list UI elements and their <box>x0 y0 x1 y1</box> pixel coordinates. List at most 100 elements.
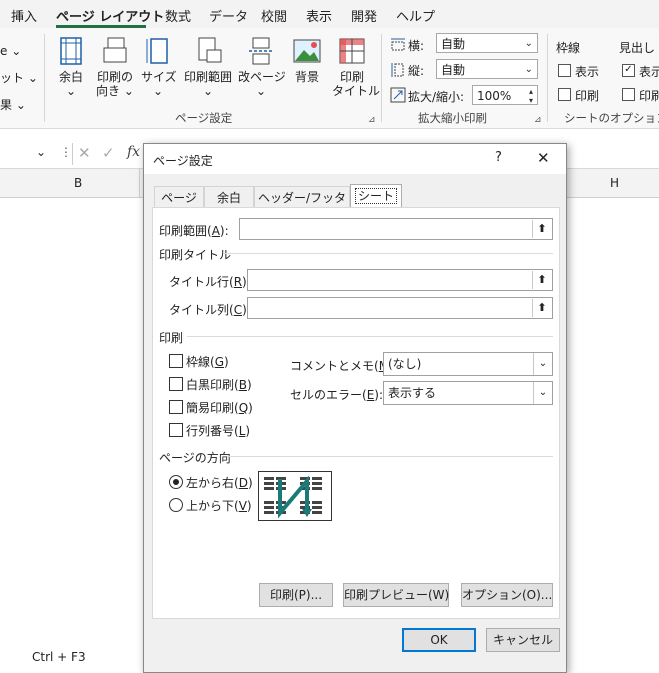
comments-value: (なし) <box>388 357 422 371</box>
cell-errors-select[interactable]: 表示する ⌄ <box>383 381 553 405</box>
orientation-button[interactable]: 印刷の 向き ⌄ <box>95 36 135 98</box>
rows-repeat-input[interactable]: ⬆ <box>247 269 553 291</box>
width-select[interactable]: 自動 ⌄ <box>436 33 538 53</box>
ribbon-separator <box>381 34 382 122</box>
headings-view-label: 表示 <box>639 65 659 79</box>
name-box-chevron-icon[interactable]: ⌄ <box>36 145 46 159</box>
chevron-down-icon: ⌄ <box>533 382 552 404</box>
close-button[interactable]: ✕ <box>537 149 550 167</box>
orientation-label-2: 向き <box>96 84 121 98</box>
column-header-b[interactable]: B <box>74 176 82 190</box>
ok-button[interactable]: OK <box>402 628 476 652</box>
gridlines-view-checkbox[interactable] <box>558 64 571 77</box>
cell-errors-key: E <box>366 388 375 402</box>
draft-quality-checkbox[interactable] <box>169 400 183 414</box>
column-header-h[interactable]: H <box>610 176 619 190</box>
page-size-icon <box>146 38 168 64</box>
gridlines-print-label: 印刷 <box>575 89 600 103</box>
draft-quality-key: Q <box>238 401 249 415</box>
black-white-key: B <box>238 378 247 392</box>
black-white-checkbox[interactable] <box>169 377 183 391</box>
print-button[interactable]: 印刷(P)... <box>259 583 333 607</box>
dialog-launcher-icon[interactable]: ⊿ <box>368 115 376 125</box>
print-titles-label-2: タイトル <box>332 84 381 98</box>
tab-page-layout[interactable]: ページ レイアウト <box>56 6 164 25</box>
help-button[interactable]: ? <box>495 150 502 165</box>
margins-icon <box>60 37 82 65</box>
tab-help[interactable]: ヘルプ <box>396 6 435 25</box>
more-icon[interactable]: ⋮ <box>60 145 72 159</box>
tab-data[interactable]: データ <box>209 6 248 25</box>
theme-fonts-button[interactable]: ット ⌄ <box>0 65 38 92</box>
over-then-down-label: 上から下(V) <box>186 499 252 513</box>
dialog-title: ページ設定 <box>153 154 213 168</box>
rows-repeat-text: タイトル行 <box>169 275 230 289</box>
height-label: 縦: <box>408 64 425 78</box>
cancel-icon[interactable]: ✕ <box>78 144 91 162</box>
width-label: 横: <box>408 39 425 53</box>
margins-button[interactable]: 余白 ⌄ <box>54 36 88 98</box>
headings-print-checkbox[interactable] <box>622 88 635 101</box>
divider <box>223 253 553 254</box>
theme-effects-button[interactable]: 果 ⌄ <box>0 92 38 119</box>
spinner-arrows-icon[interactable]: ▴ ▾ <box>529 87 533 105</box>
tab-formulas[interactable]: 数式 <box>165 6 191 25</box>
over-then-down-radio[interactable] <box>169 498 183 512</box>
scale-spinner[interactable]: 100% ▴ ▾ <box>472 85 538 105</box>
tab-page[interactable]: ページ <box>154 186 204 208</box>
tab-sheet-label: シート <box>354 188 397 204</box>
print-titles-button[interactable]: 印刷 タイトル <box>332 36 380 98</box>
page-order-preview-icon <box>258 471 332 521</box>
headings-view-checkbox[interactable]: ✓ <box>622 64 635 77</box>
insert-function-icon[interactable]: fx <box>127 144 140 160</box>
options-button[interactable]: オプション(O)... <box>461 583 553 607</box>
chevron-down-icon: ⌄ <box>524 38 533 49</box>
breaks-button[interactable]: 改ページ ⌄ <box>238 36 286 98</box>
print-section-heading: 印刷 <box>159 331 184 345</box>
orientation-label-1: 印刷の <box>96 70 133 84</box>
print-titles-icon <box>339 38 365 64</box>
print-area-label: 印刷範囲 <box>183 70 232 84</box>
row-col-headings-checkbox[interactable] <box>169 423 183 437</box>
over-then-down-text: 上から下 <box>186 499 235 513</box>
print-area-text: 印刷範囲 <box>159 224 208 238</box>
tab-review[interactable]: 校閲 <box>261 6 287 25</box>
cols-repeat-input[interactable]: ⬆ <box>247 297 553 319</box>
tab-header-footer[interactable]: ヘッダー/フッター <box>254 186 350 227</box>
gridlines-print-checkbox[interactable] <box>558 88 571 101</box>
background-button[interactable]: 背景 <box>290 36 324 84</box>
page-break-icon <box>249 37 273 65</box>
draft-quality-label: 簡易印刷(Q) <box>186 401 253 415</box>
tab-margins[interactable]: 余白 <box>204 186 254 208</box>
collapse-dialog-icon[interactable]: ⬆ <box>532 299 551 317</box>
divider <box>72 143 73 165</box>
comments-text: コメントとメモ <box>290 359 375 373</box>
print-preview-button[interactable]: 印刷プレビュー(W) <box>343 583 449 607</box>
cell-errors-text: セルのエラー <box>290 388 363 402</box>
size-button[interactable]: サイズ ⌄ <box>141 36 177 98</box>
enter-icon[interactable]: ✓ <box>102 144 115 162</box>
collapse-dialog-icon[interactable]: ⬆ <box>532 220 551 238</box>
tab-sheet[interactable]: シート <box>350 184 402 208</box>
group-scale-label: 拡大縮小印刷 <box>418 111 487 125</box>
height-select[interactable]: 自動 ⌄ <box>436 59 538 79</box>
group-page-setup-label: ページ設定 <box>175 111 233 125</box>
collapse-dialog-icon[interactable]: ⬆ <box>532 271 551 289</box>
down-then-over-radio[interactable] <box>169 475 183 489</box>
rows-repeat-label: タイトル行(R): <box>169 275 251 289</box>
theme-colors-button[interactable]: e ⌄ <box>0 38 38 65</box>
comments-select[interactable]: (なし) ⌄ <box>383 352 553 376</box>
height-icon <box>391 63 404 77</box>
tab-view[interactable]: 表示 <box>306 6 332 25</box>
print-titles-heading: 印刷タイトル <box>159 248 232 262</box>
tab-insert[interactable]: 挿入 <box>11 6 37 25</box>
cancel-button[interactable]: キャンセル <box>486 628 560 652</box>
print-area-input[interactable]: ⬆ <box>239 218 553 240</box>
down-then-over-key: D <box>238 476 248 490</box>
tab-developer[interactable]: 開発 <box>351 6 377 25</box>
dialog-launcher-icon[interactable]: ⊿ <box>534 115 542 125</box>
gridlines-checkbox[interactable] <box>169 354 183 368</box>
comments-label: コメントとメモ(M): <box>290 357 398 374</box>
print-area-button[interactable]: 印刷範囲 ⌄ <box>182 36 234 98</box>
page-order-heading: ページの方向 <box>159 451 231 465</box>
